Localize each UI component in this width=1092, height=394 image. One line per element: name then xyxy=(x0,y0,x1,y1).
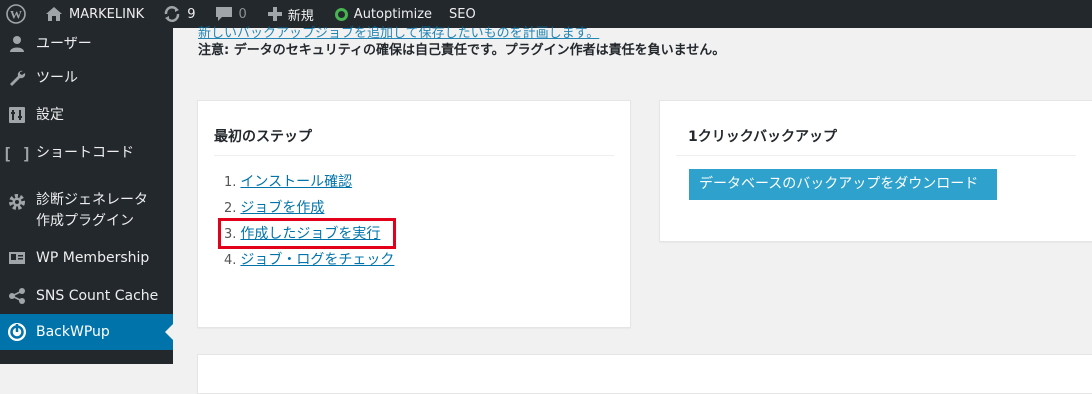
sidebar-item-label: ユーザー xyxy=(36,35,92,52)
main-content: 新しいバックアップジョブを追加して保存したいものを計画します。 注意: データの… xyxy=(173,26,1092,394)
security-note: 注意: データのセキュリティの確保は自己責任です。プラグイン作者は責任を負いませ… xyxy=(198,39,725,58)
sidebar-item-wp-membership[interactable]: WP Membership xyxy=(0,244,173,272)
plus-icon xyxy=(267,7,282,21)
active-indicator xyxy=(165,324,173,340)
step-link-check-installation[interactable]: インストール確認 xyxy=(240,174,352,190)
sidebar-item-label: 診断ジェネレータ xyxy=(36,192,148,208)
list-item: 1. インストール確認 xyxy=(224,173,394,199)
one-click-backup-panel: 1クリックバックアップ データベースのバックアップをダウンロード xyxy=(659,100,1092,242)
step-number: 1. xyxy=(224,175,237,190)
sidebar-item-diagnosis-generator[interactable]: 診断ジェネレータ 作成プラグイン xyxy=(0,190,173,234)
sidebar-item-label: BackWPup xyxy=(36,323,110,340)
share-icon xyxy=(7,286,27,306)
seo-label: SEO xyxy=(449,6,476,22)
sidebar-item-label: 設定 xyxy=(36,106,64,123)
wrench-icon xyxy=(7,68,27,88)
new-label: 新規 xyxy=(287,8,314,24)
sidebar-item-settings[interactable]: 設定 xyxy=(0,101,173,129)
wordpress-logo-button[interactable]: W xyxy=(0,0,33,28)
wordpress-icon: W xyxy=(6,4,26,24)
download-database-backup-button[interactable]: データベースのバックアップをダウンロード xyxy=(689,169,997,200)
next-panel xyxy=(197,354,1092,394)
step-number: 4. xyxy=(224,253,237,268)
updates-icon xyxy=(164,6,180,22)
site-name: MARKELINK xyxy=(69,6,145,22)
divider xyxy=(214,155,614,156)
security-note-text: 注意: データのセキュリティの確保は自己責任です。プラグイン作者は責任を負いませ… xyxy=(198,43,726,58)
sidebar-item-users[interactable]: ユーザー xyxy=(0,30,173,58)
users-icon xyxy=(7,34,27,54)
sidebar-item-backwpup[interactable]: BackWPup xyxy=(0,314,173,350)
home-icon xyxy=(46,7,62,21)
brackets-icon: [ ] xyxy=(2,143,32,163)
sidebar-item-sns-count-cache[interactable]: SNS Count Cache xyxy=(0,282,173,310)
settings-icon xyxy=(7,105,27,125)
comment-icon xyxy=(215,7,232,21)
autoptimize-label: Autoptimize xyxy=(353,6,433,22)
sidebar-item-label-line2: 作成プラグイン xyxy=(36,213,134,229)
sidebar-item-label: WP Membership xyxy=(36,249,150,266)
admin-sidebar: ユーザー ツール 設定 [ ] ショートコード 診断ジェネレータ 作成プラグイン… xyxy=(0,28,173,364)
site-name-link[interactable]: MARKELINK xyxy=(33,0,151,28)
step-link-check-log[interactable]: ジョブ・ログをチェック xyxy=(240,252,394,268)
sidebar-item-shortcode[interactable]: [ ] ショートコード xyxy=(0,139,173,167)
updates-count: 9 xyxy=(187,6,196,22)
highlight-box xyxy=(218,218,396,249)
comments-count: 0 xyxy=(238,6,247,22)
step-number: 2. xyxy=(224,201,237,216)
id-card-icon xyxy=(7,248,27,268)
sidebar-item-label: ショートコード xyxy=(36,144,134,161)
sidebar-item-label: SNS Count Cache xyxy=(36,287,159,304)
first-steps-panel: 最初のステップ 1. インストール確認 2. ジョブを作成 3. 作成したジョブを実行… xyxy=(197,100,631,328)
list-item: 4. ジョブ・ログをチェック xyxy=(224,251,394,277)
first-steps-title: 最初のステップ xyxy=(214,129,312,145)
svg-text:W: W xyxy=(10,8,22,22)
one-click-backup-title: 1クリックバックアップ xyxy=(688,129,838,145)
status-dot-icon xyxy=(334,7,348,21)
step-link-create-job[interactable]: ジョブを作成 xyxy=(240,200,324,216)
updates-link[interactable]: 9 xyxy=(151,0,202,28)
divider xyxy=(676,155,1076,156)
sidebar-item-tools[interactable]: ツール xyxy=(0,64,173,92)
gear-icon xyxy=(7,192,27,212)
backwpup-icon xyxy=(7,322,27,342)
sidebar-item-label: ツール xyxy=(36,69,78,86)
